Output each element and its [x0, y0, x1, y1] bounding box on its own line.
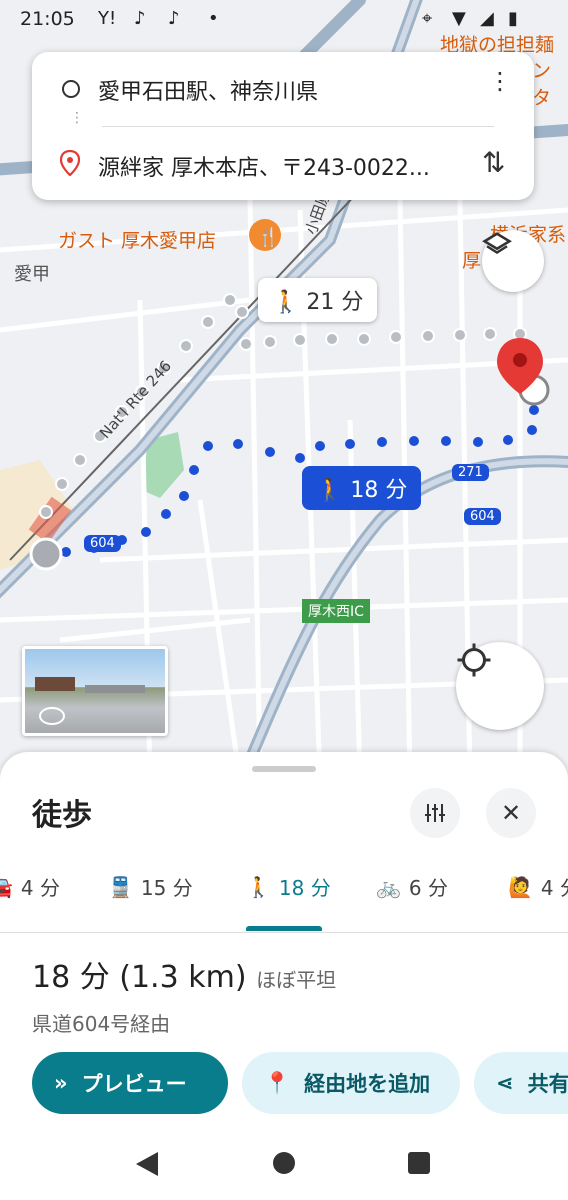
home-icon[interactable]: [273, 1152, 295, 1174]
route-summary: 18 分 (1.3 km) ほぼ平坦: [32, 952, 336, 996]
tiktok-icon: ♪: [168, 8, 180, 29]
tab-ride[interactable]: 🙋 4 分: [508, 872, 568, 901]
my-location-button[interactable]: [456, 642, 544, 730]
walk-icon: 🚶: [316, 478, 344, 503]
directions-card: 愛甲石田駅、神奈川県 ⋮ ⋮ 源絆家 厚木本店、〒243-0022... ⇅: [32, 52, 534, 200]
status-bar: 21:05 Y! ♪ ♪ • ⌖ ▼ ◢ ▮: [0, 0, 568, 40]
tab-bike[interactable]: 🚲 6 分: [376, 872, 448, 901]
poi-label[interactable]: 厚: [462, 246, 481, 273]
tab-label: 18 分: [278, 876, 331, 900]
destination-field[interactable]: 源絆家 厚木本店、〒243-0022...: [98, 150, 430, 182]
area-label: 愛甲: [14, 264, 50, 285]
wifi-icon: ▼: [452, 8, 466, 29]
more-options-icon[interactable]: ⋮: [488, 69, 512, 93]
tab-label: 15 分: [140, 876, 193, 900]
road-shield-271: 271: [452, 464, 489, 481]
road-shield-604: 604: [84, 535, 121, 552]
share-icon: ⋖: [496, 1071, 514, 1095]
location-status-icon: ⌖: [422, 8, 433, 29]
ic-label: 厚木西IC: [302, 599, 370, 623]
tab-walk[interactable]: 🚶 18 分: [246, 872, 331, 901]
signal-icon: ◢: [480, 8, 494, 29]
alt-route-duration: 21 分: [306, 290, 364, 315]
origin-field[interactable]: 愛甲石田駅、神奈川県: [98, 74, 318, 106]
dot-icon: •: [208, 8, 219, 29]
tab-label: 4 分: [540, 876, 568, 900]
share-button[interactable]: ⋖ 共有: [474, 1052, 568, 1114]
close-button[interactable]: ✕: [486, 788, 536, 838]
poi-label[interactable]: ンタ: [532, 56, 568, 110]
car-icon: 🚘: [0, 874, 13, 899]
dots-connector-icon: ⋮: [70, 110, 84, 126]
travel-mode-tabs: 🚘 4 分 🚆 15 分 🚶 18 分 🚲 6 分 🙋 4 分: [0, 862, 568, 932]
preview-button[interactable]: » プレビュー: [32, 1052, 228, 1114]
options-button[interactable]: [410, 788, 460, 838]
tune-icon: [425, 804, 445, 822]
close-icon: ✕: [500, 799, 522, 827]
swap-icon[interactable]: ⇅: [482, 146, 505, 179]
layers-icon: [482, 232, 512, 254]
field-divider: [102, 126, 494, 127]
mode-title: 徒歩: [32, 798, 92, 833]
terrain-note: ほぼ平坦: [256, 968, 337, 992]
walk-icon: 🚶: [272, 290, 300, 315]
rotate-360-icon: [39, 707, 65, 725]
tab-label: 4 分: [20, 876, 60, 900]
train-icon: 🚆: [108, 874, 133, 899]
origin-marker[interactable]: [29, 537, 63, 571]
building-shape: [35, 677, 75, 691]
eta-distance: (1.3 km): [119, 960, 247, 995]
svg-text:🍴: 🍴: [257, 226, 279, 248]
ride-icon: 🙋: [508, 874, 533, 899]
bike-icon: 🚲: [376, 874, 401, 899]
add-stop-button[interactable]: 📍 経由地を追加: [242, 1052, 460, 1114]
drag-handle[interactable]: [252, 766, 316, 772]
status-time: 21:05: [20, 8, 75, 30]
active-tab-indicator: [246, 926, 322, 931]
main-route-badge[interactable]: 🚶 18 分: [302, 466, 422, 510]
tab-transit[interactable]: 🚆 15 分: [108, 872, 193, 901]
share-label: 共有: [527, 1072, 568, 1096]
system-navbar: [0, 1128, 568, 1200]
origin-circle-icon: [62, 80, 80, 98]
battery-icon: ▮: [508, 8, 518, 29]
road-shield-604: 604: [464, 508, 501, 525]
tiktok-icon: ♪: [134, 8, 146, 29]
tab-drive[interactable]: 🚘 4 分: [0, 872, 60, 901]
vehicle-shape: [85, 685, 145, 693]
add-stop-label: 経由地を追加: [304, 1072, 431, 1096]
poi-label-gusto[interactable]: ガスト 厚木愛甲店: [58, 226, 216, 253]
eta-duration: 18 分: [32, 960, 110, 995]
back-icon[interactable]: [134, 1150, 160, 1178]
crosshair-icon: [457, 643, 491, 677]
main-route-duration: 18 分: [350, 478, 408, 503]
recents-icon[interactable]: [408, 1152, 430, 1174]
yahoo-icon: Y!: [98, 8, 117, 29]
alt-route-badge[interactable]: 🚶 21 分: [258, 278, 378, 322]
layers-button[interactable]: [482, 230, 544, 292]
add-location-icon: 📍: [264, 1070, 291, 1095]
tab-label: 6 分: [408, 876, 448, 900]
double-chevron-icon: »: [54, 1071, 68, 1095]
street-view-thumbnail[interactable]: [22, 646, 168, 736]
walk-icon: 🚶: [246, 874, 271, 899]
destination-pin-icon: [60, 150, 80, 176]
divider: [0, 932, 568, 933]
route-via: 県道604号経由: [32, 1012, 171, 1036]
preview-label: プレビュー: [81, 1072, 187, 1096]
